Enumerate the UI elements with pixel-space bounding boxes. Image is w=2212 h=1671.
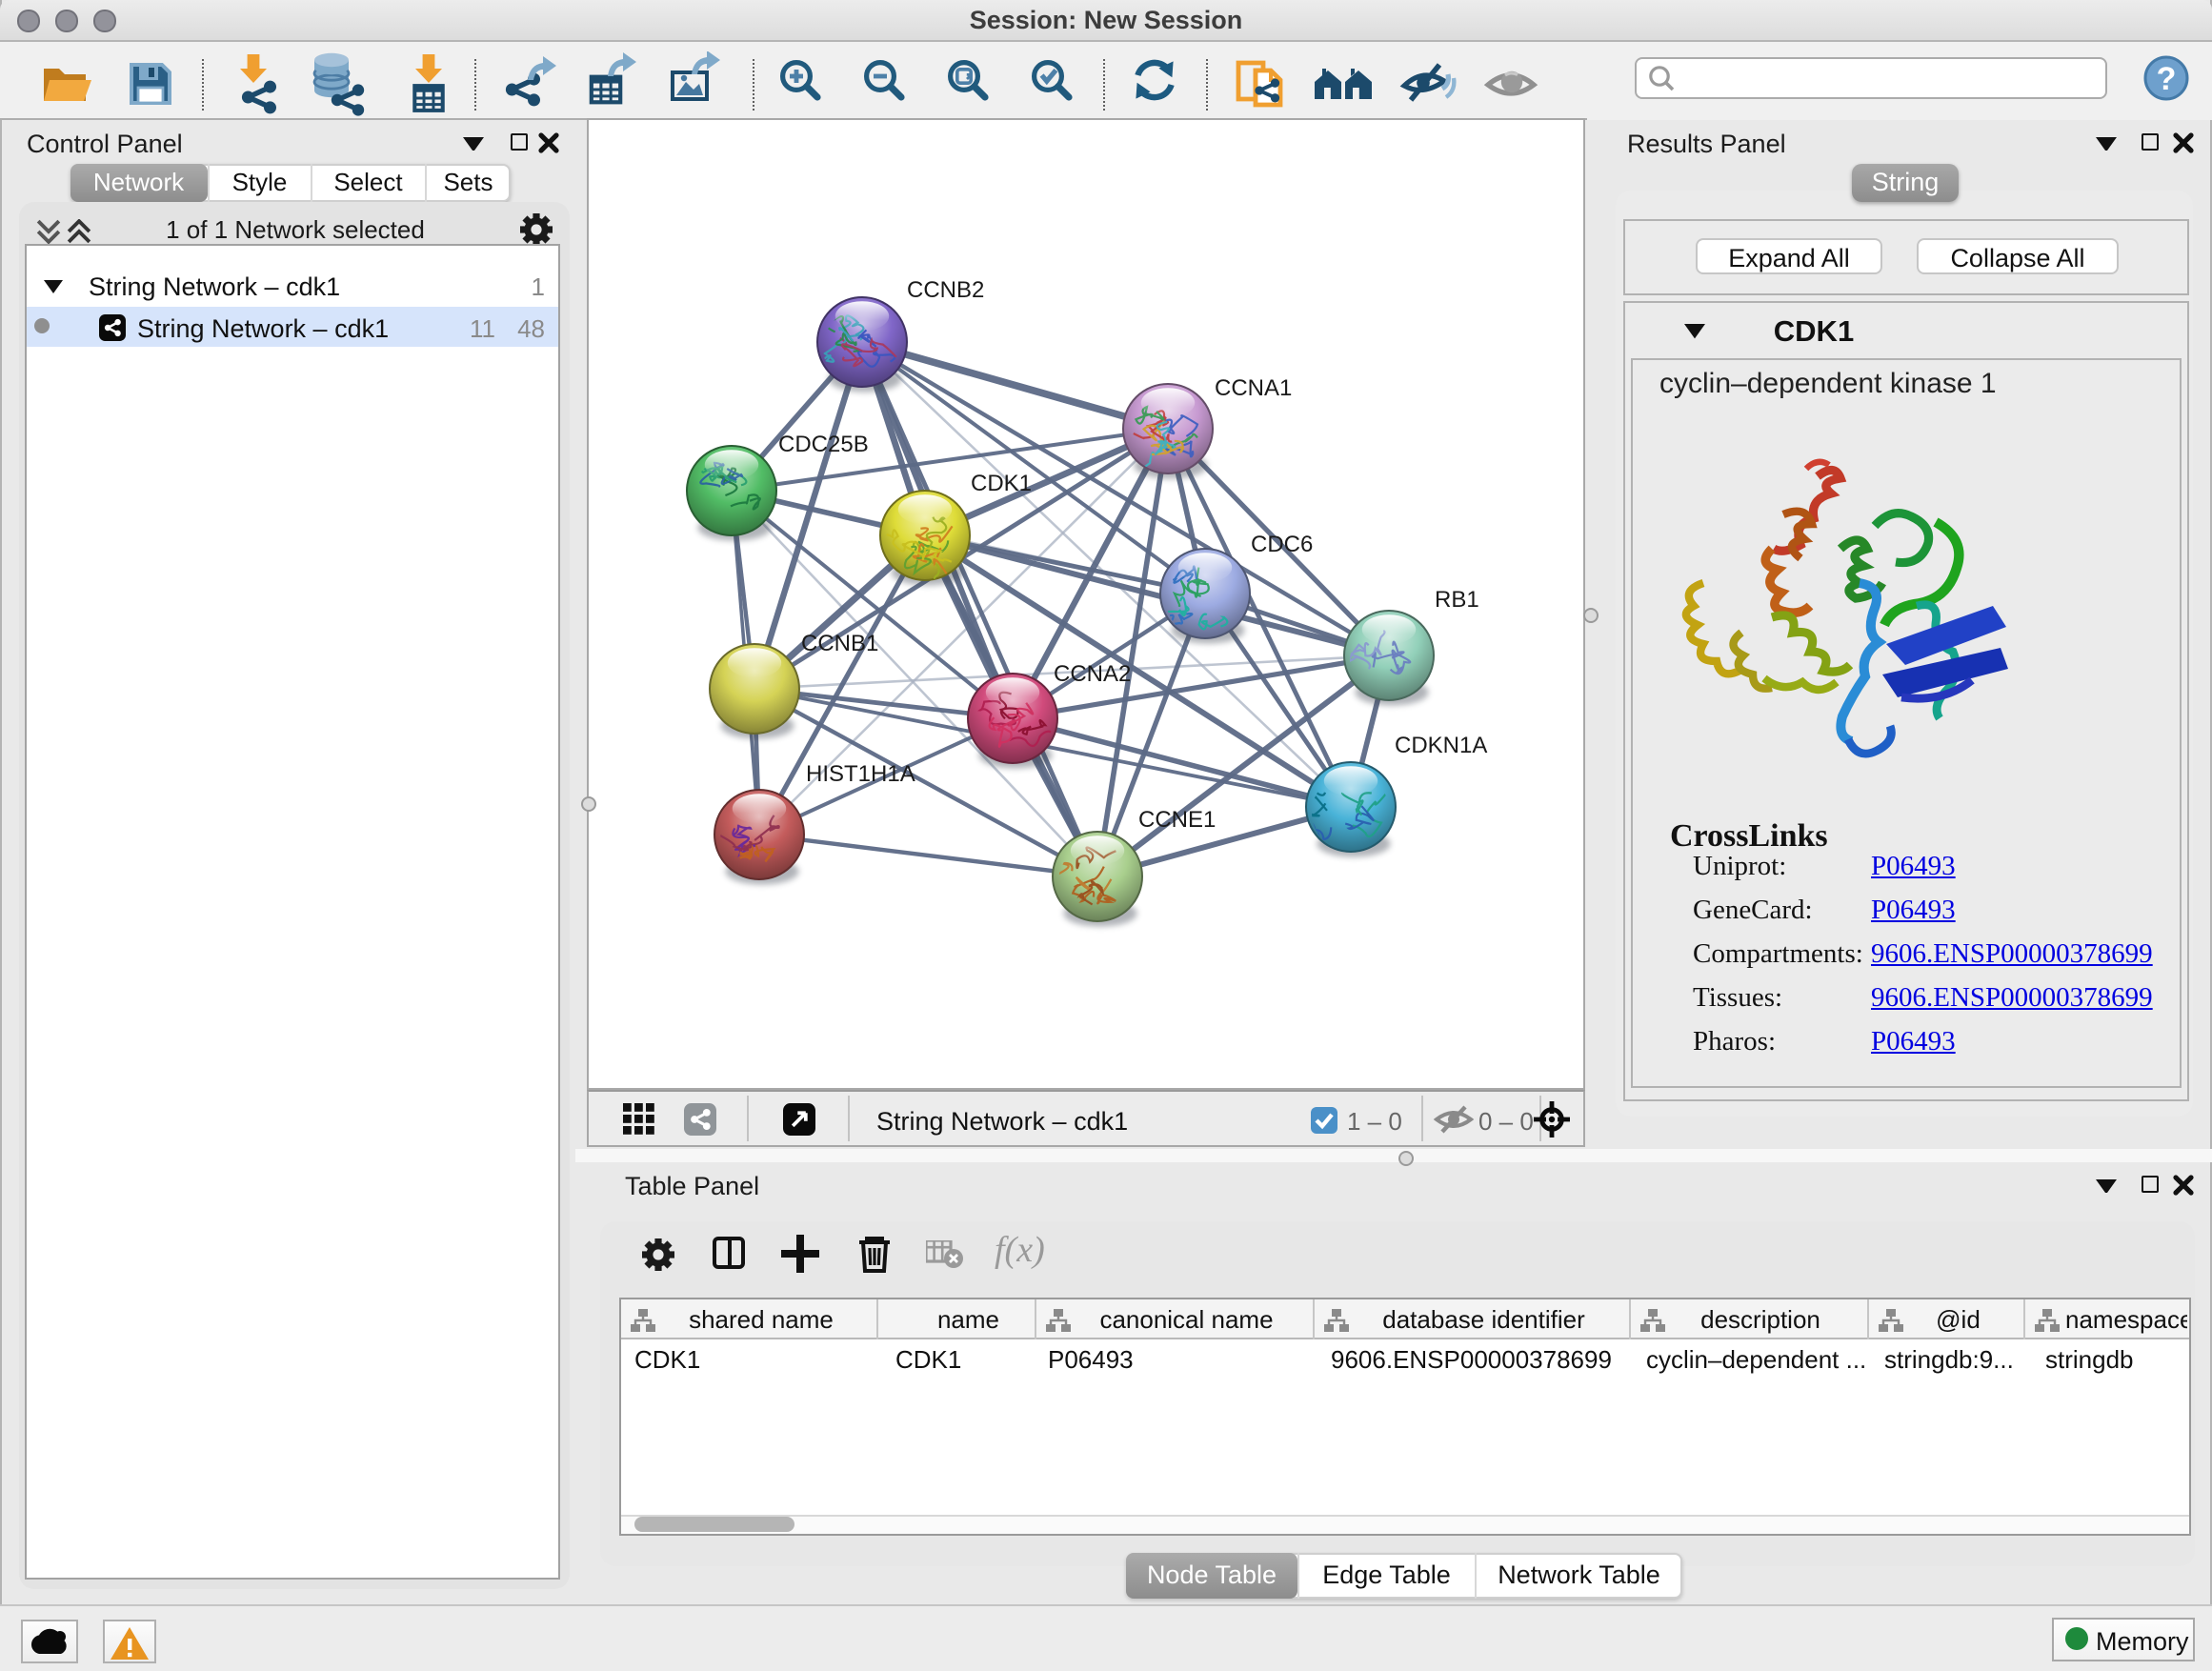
svg-text:RB1: RB1: [1435, 587, 1479, 613]
svg-text:CCNA2: CCNA2: [1054, 661, 1131, 687]
svg-text:CCNA1: CCNA1: [1215, 375, 1292, 401]
svg-text:HIST1H1A: HIST1H1A: [806, 761, 915, 787]
svg-text:CCNE1: CCNE1: [1138, 807, 1216, 833]
svg-text:CCNB1: CCNB1: [801, 631, 878, 656]
svg-text:?: ?: [2157, 61, 2177, 97]
svg-text:CDC25B: CDC25B: [778, 432, 869, 457]
svg-text:CDKN1A: CDKN1A: [1395, 733, 1487, 758]
svg-text:CDK1: CDK1: [971, 471, 1032, 496]
svg-text:CDC6: CDC6: [1251, 532, 1313, 557]
svg-text:CCNB2: CCNB2: [907, 277, 984, 303]
